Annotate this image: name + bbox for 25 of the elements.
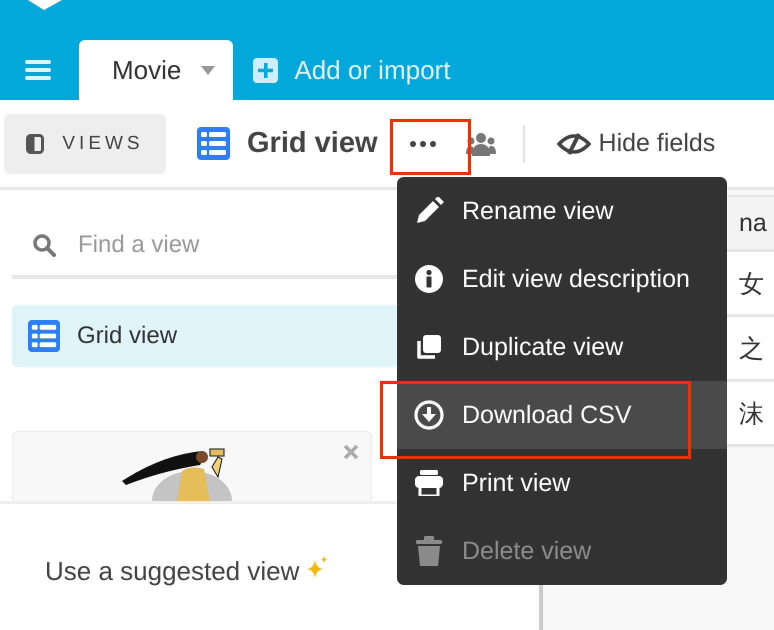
info-icon <box>414 265 444 293</box>
download-icon <box>414 400 444 430</box>
trash-icon <box>414 536 444 566</box>
people-icon[interactable] <box>466 132 496 156</box>
view-list-item[interactable]: Grid view <box>12 305 400 367</box>
views-button[interactable]: VIEWS <box>4 114 166 174</box>
menu-item[interactable]: Print view <box>397 449 727 517</box>
menu-item[interactable]: Download CSV <box>397 381 727 449</box>
eye-slash-icon <box>556 132 591 156</box>
grid-icon <box>197 127 230 160</box>
sidebar-icon <box>26 134 44 154</box>
section-title: Use a suggested view <box>45 556 300 587</box>
logo-icon <box>28 0 62 10</box>
menu-icon[interactable] <box>25 60 51 80</box>
plus-icon <box>253 58 278 82</box>
view-name: Grid view <box>247 127 378 160</box>
printer-icon <box>414 470 444 496</box>
pencil-icon <box>414 197 444 225</box>
search-field[interactable]: Find a view <box>76 230 330 260</box>
grid-icon <box>28 320 60 352</box>
hide-fields-button[interactable]: Hide fields <box>556 129 716 158</box>
table-tab[interactable]: Movie <box>79 40 234 100</box>
more-icon[interactable] <box>410 140 436 146</box>
dropdown-icon <box>201 66 216 74</box>
search-icon <box>32 233 56 257</box>
